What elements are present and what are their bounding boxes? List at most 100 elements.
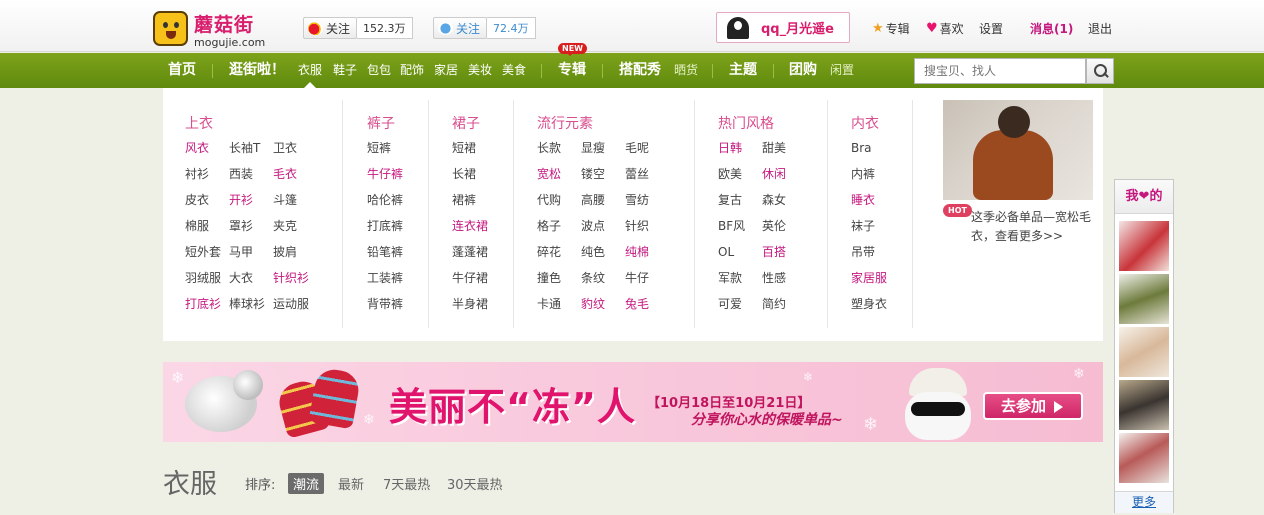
nav-idle[interactable]: 闲置 — [830, 53, 854, 88]
menu-link[interactable]: 蓬蓬裙 — [452, 239, 512, 265]
menu-link[interactable]: 塑身衣 — [851, 291, 911, 317]
menu-link[interactable]: 宽松 — [537, 161, 581, 187]
liked-item-thumbnail[interactable] — [1119, 327, 1169, 377]
menu-link[interactable]: 羽绒服 — [185, 265, 229, 291]
menu-link[interactable]: 马甲 — [229, 239, 273, 265]
menu-link[interactable]: 铅笔裤 — [367, 239, 427, 265]
menu-link[interactable]: 复古 — [718, 187, 762, 213]
menu-link[interactable]: 欧美 — [718, 161, 762, 187]
menu-link[interactable]: 甜美 — [762, 135, 806, 161]
liked-item-thumbnail[interactable] — [1119, 433, 1169, 483]
menu-link[interactable]: 短外套 — [185, 239, 229, 265]
menu-link[interactable]: 纯棉 — [625, 239, 669, 265]
liked-item-thumbnail[interactable] — [1119, 380, 1169, 430]
menu-link[interactable]: 森女 — [762, 187, 806, 213]
menu-link[interactable]: 牛仔 — [625, 265, 669, 291]
menu-link[interactable]: 百搭 — [762, 239, 806, 265]
sort-option-7day-hot[interactable]: 7天最热 — [383, 474, 430, 493]
menu-link[interactable]: 衬衫 — [185, 161, 229, 187]
menu-link[interactable]: 打底裤 — [367, 213, 427, 239]
menu-link[interactable]: 吊带 — [851, 239, 911, 265]
menu-link[interactable]: 皮衣 — [185, 187, 229, 213]
menu-link[interactable]: OL — [718, 239, 762, 265]
nav-stroll[interactable]: 逛街啦！ — [229, 53, 285, 88]
menu-link[interactable]: 半身裙 — [452, 291, 512, 317]
menu-link[interactable]: 棒球衫 — [229, 291, 273, 317]
menu-link[interactable]: 撞色 — [537, 265, 581, 291]
menu-link[interactable]: 袜子 — [851, 213, 911, 239]
liked-item-thumbnail[interactable] — [1119, 274, 1169, 324]
menu-link[interactable]: 牛仔裤 — [367, 161, 427, 187]
menu-link[interactable]: 毛呢 — [625, 135, 669, 161]
menu-link[interactable]: 短裙 — [452, 135, 512, 161]
menu-link[interactable]: 卫衣 — [273, 135, 317, 161]
nav-home-living[interactable]: 家居 — [434, 53, 458, 88]
menu-link[interactable]: 英伦 — [762, 213, 806, 239]
menu-link[interactable]: 长袖T — [229, 135, 273, 161]
menu-link[interactable]: 代购 — [537, 187, 581, 213]
menu-link[interactable]: 高腰 — [581, 187, 625, 213]
menu-link[interactable]: 格子 — [537, 213, 581, 239]
menu-link[interactable]: 开衫 — [229, 187, 273, 213]
menu-link[interactable]: 连衣裙 — [452, 213, 512, 239]
menu-link[interactable]: 长款 — [537, 135, 581, 161]
menu-link[interactable]: 碎花 — [537, 239, 581, 265]
user-profile-box[interactable]: qq_月光遥e — [716, 12, 850, 43]
menu-link[interactable]: 可爱 — [718, 291, 762, 317]
menu-link[interactable]: 雪纺 — [625, 187, 669, 213]
menu-link[interactable]: 运动服 — [273, 291, 317, 317]
join-button[interactable]: 去参加 — [983, 392, 1083, 420]
qq-follow-button[interactable]: 关注 — [433, 17, 488, 39]
menu-link[interactable]: 针织衫 — [273, 265, 317, 291]
messages-link[interactable]: 消息(1) — [1030, 20, 1073, 37]
nav-food[interactable]: 美食 — [502, 53, 526, 88]
menu-link[interactable]: 夹克 — [273, 213, 317, 239]
menu-link[interactable]: 纯色 — [581, 239, 625, 265]
menu-link[interactable]: 日韩 — [718, 135, 762, 161]
menu-link[interactable]: 睡衣 — [851, 187, 911, 213]
nav-group-buy[interactable]: 团购 — [789, 53, 817, 88]
menu-link[interactable]: 棉服 — [185, 213, 229, 239]
menu-link[interactable]: 斗篷 — [273, 187, 317, 213]
promo-text[interactable]: 这季必备单品—宽松毛衣，查看更多>> — [971, 208, 1095, 246]
menu-link[interactable]: 波点 — [581, 213, 625, 239]
mogujie-logo[interactable]: 蘑菇街 mogujie.com — [153, 11, 273, 49]
promo-card[interactable]: HOT 这季必备单品—宽松毛衣，查看更多>> — [943, 100, 1093, 243]
menu-link[interactable]: 披肩 — [273, 239, 317, 265]
search-input[interactable] — [914, 58, 1086, 84]
nav-themes[interactable]: 主题 — [729, 53, 757, 88]
menu-link[interactable]: 家居服 — [851, 265, 911, 291]
nav-clothes[interactable]: 衣服 — [298, 53, 322, 88]
menu-link[interactable]: 大衣 — [229, 265, 273, 291]
likes-link[interactable]: ♥ 喜欢 — [926, 20, 964, 37]
menu-link[interactable]: 内裤 — [851, 161, 911, 187]
weibo-follow-button[interactable]: 关注 — [303, 17, 358, 39]
nav-outfits[interactable]: 搭配秀 — [619, 53, 661, 88]
sidebar-more-link[interactable]: 更多 — [1115, 491, 1173, 513]
nav-bags[interactable]: 包包 — [367, 53, 391, 88]
menu-link[interactable]: 短裤 — [367, 135, 427, 161]
menu-link[interactable]: 蕾丝 — [625, 161, 669, 187]
menu-link[interactable]: 牛仔裙 — [452, 265, 512, 291]
menu-link[interactable]: 性感 — [762, 265, 806, 291]
menu-link[interactable]: 风衣 — [185, 135, 229, 161]
menu-link[interactable]: 卡通 — [537, 291, 581, 317]
menu-link[interactable]: 显瘦 — [581, 135, 625, 161]
menu-link[interactable]: 休闲 — [762, 161, 806, 187]
menu-link[interactable]: 豹纹 — [581, 291, 625, 317]
menu-link[interactable]: 兔毛 — [625, 291, 669, 317]
menu-link[interactable]: 罩衫 — [229, 213, 273, 239]
search-icon[interactable] — [1086, 58, 1114, 84]
nav-accessories[interactable]: 配饰 — [400, 53, 424, 88]
menu-link[interactable]: 简约 — [762, 291, 806, 317]
liked-item-thumbnail[interactable] — [1119, 221, 1169, 271]
nav-beauty[interactable]: 美妆 — [468, 53, 492, 88]
menu-link[interactable]: 哈伦裤 — [367, 187, 427, 213]
settings-link[interactable]: 设置 — [979, 20, 1003, 37]
menu-link[interactable]: 长裙 — [452, 161, 512, 187]
sort-option-trending[interactable]: 潮流 — [288, 473, 325, 494]
logout-link[interactable]: 退出 — [1088, 20, 1112, 37]
sort-option-newest[interactable]: 最新 — [338, 474, 364, 493]
promo-image[interactable] — [943, 100, 1093, 200]
nav-show-items[interactable]: 晒货 — [674, 53, 698, 88]
